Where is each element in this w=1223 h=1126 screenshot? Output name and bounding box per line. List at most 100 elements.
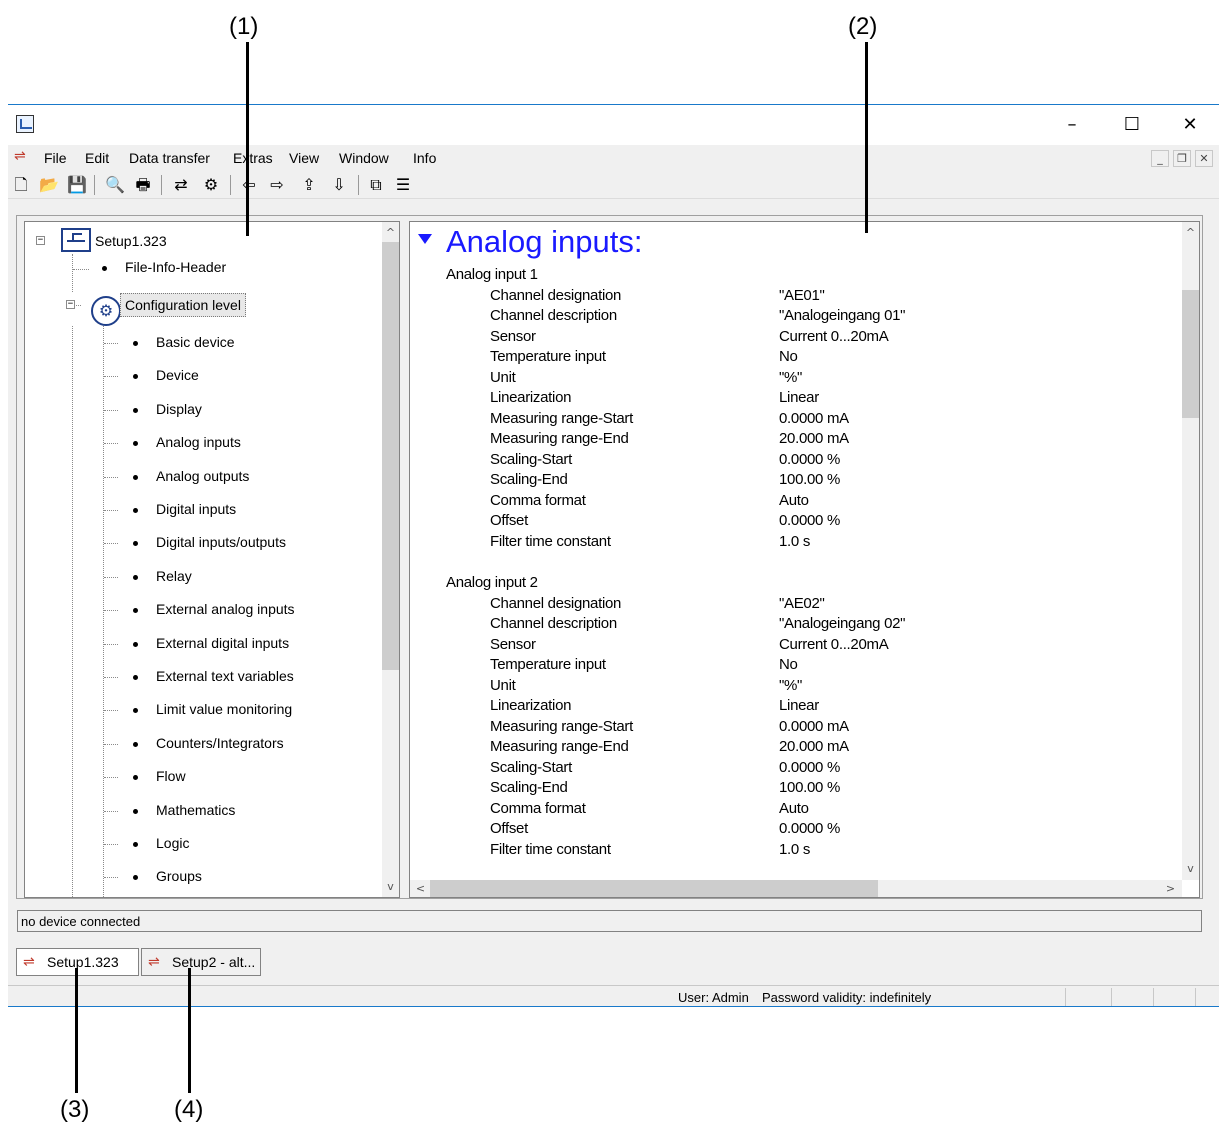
tree-item-basic-device[interactable]: Basic device — [156, 334, 235, 350]
detail-scroll-thumb[interactable] — [1182, 290, 1199, 418]
tree-item-external-text-variables[interactable]: External text variables — [156, 668, 294, 684]
scroll-left-icon[interactable]: < — [412, 882, 429, 895]
tree-item-configuration-level[interactable]: Configuration level — [120, 293, 246, 317]
tree-scroll-thumb[interactable] — [382, 242, 399, 670]
mdi-close-button[interactable]: ✕ — [1195, 150, 1213, 167]
menu-edit[interactable]: Edit — [85, 150, 109, 166]
tree-item-digital-inputs[interactable]: Digital inputs — [156, 501, 236, 517]
tree-expander[interactable]: − — [36, 236, 45, 245]
download-icon[interactable]: ⇩ — [328, 174, 350, 196]
window-tile-icon[interactable]: ☰ — [392, 174, 414, 196]
tree-item-analog-outputs[interactable]: Analog outputs — [156, 468, 249, 484]
tree-bullet — [133, 708, 138, 713]
arrow-right-icon[interactable]: ⇨ — [266, 174, 288, 196]
scroll-up-icon[interactable]: ^ — [1182, 226, 1199, 239]
mdi-restore-button[interactable]: ❐ — [1173, 150, 1191, 167]
device-icon[interactable]: ⚙ — [200, 174, 222, 196]
tree-line — [104, 744, 118, 745]
tree-item-mathematics[interactable]: Mathematics — [156, 802, 235, 818]
tree-item-digital-inputs-outputs[interactable]: Digital inputs/outputs — [156, 534, 286, 550]
parameter-label: Unit — [490, 369, 516, 386]
analog-input-group-heading: Analog input 2 — [446, 574, 538, 591]
toolbar-separator — [94, 175, 95, 195]
tree-item-external-digital-inputs[interactable]: External digital inputs — [156, 635, 289, 651]
parameter-value: 0.0000 mA — [779, 718, 849, 735]
callout-4: (4) — [174, 1096, 204, 1123]
mdi-minimize-button[interactable]: _ — [1151, 150, 1169, 167]
parameter-value: 20.000 mA — [779, 738, 849, 755]
parameter-label: Measuring range-End — [490, 430, 629, 447]
setup-tree[interactable]: − Setup1.323 File-Info-Header − ⚙ Config… — [24, 221, 400, 898]
tree-bullet — [133, 441, 138, 446]
menu-extras[interactable]: Extras — [233, 150, 273, 166]
scroll-up-icon[interactable]: ^ — [382, 226, 399, 239]
document-menu-icon[interactable]: ⇌ — [14, 148, 36, 166]
tree-bullet — [133, 374, 138, 379]
tree-item-logic[interactable]: Logic — [156, 835, 189, 851]
parameter-value: "Analogeingang 01" — [779, 307, 906, 324]
menu-view[interactable]: View — [289, 150, 319, 166]
print-icon[interactable]: 🖶 — [132, 174, 154, 196]
tree-item-device[interactable]: Device — [156, 367, 199, 383]
tree-item-display[interactable]: Display — [156, 401, 202, 417]
tree-line — [103, 326, 104, 897]
menu-file[interactable]: File — [44, 150, 67, 166]
callout-4-line — [188, 968, 191, 1093]
title-bar[interactable]: – ☐ ✕ — [8, 105, 1219, 145]
parameter-value: 0.0000 % — [779, 451, 840, 468]
close-button[interactable]: ✕ — [1167, 110, 1213, 140]
menu-info[interactable]: Info — [413, 150, 436, 166]
parameter-label: Linearization — [490, 697, 572, 714]
tree-item-external-analog-inputs[interactable]: External analog inputs — [156, 601, 295, 617]
open-folder-icon[interactable]: 📂 — [38, 174, 60, 196]
tree-item-limit-value-monitoring[interactable]: Limit value monitoring — [156, 701, 292, 717]
document-icon: ⇌ — [148, 954, 160, 970]
detail-vertical-scrollbar[interactable]: ^ v — [1182, 222, 1199, 880]
tree-line — [104, 543, 118, 544]
parameter-value: 0.0000 % — [779, 759, 840, 776]
tree-line — [104, 376, 118, 377]
menu-data-transfer[interactable]: Data transfer — [129, 150, 210, 166]
collapse-triangle-icon[interactable] — [418, 234, 432, 244]
tree-expander[interactable]: − — [66, 300, 75, 309]
tree-item-groups[interactable]: Groups — [156, 868, 202, 884]
minimize-button[interactable]: – — [1049, 110, 1095, 140]
tree-item-analog-inputs[interactable]: Analog inputs — [156, 434, 241, 450]
tree-bullet — [133, 341, 138, 346]
tab-setup2[interactable]: ⇌ Setup2 - alt... — [141, 948, 261, 976]
print-preview-icon[interactable]: 🔍 — [104, 174, 126, 196]
tree-item-flow[interactable]: Flow — [156, 768, 186, 784]
parameter-value: Current 0...20mA — [779, 636, 889, 653]
tree-vertical-scrollbar[interactable]: ^ v — [382, 222, 399, 897]
scroll-down-icon[interactable]: v — [1182, 862, 1199, 875]
scroll-down-icon[interactable]: v — [382, 880, 399, 893]
arrow-left-icon[interactable]: ⇦ — [238, 174, 260, 196]
detail-hscroll-thumb[interactable] — [430, 880, 878, 897]
new-file-icon[interactable]: 🗋 — [10, 174, 32, 196]
window-cascade-icon[interactable]: ⧉ — [365, 174, 387, 196]
tree-item-file-info-header[interactable]: File-Info-Header — [125, 259, 226, 275]
connection-status: no device connected — [17, 910, 1202, 932]
maximize-button[interactable]: ☐ — [1109, 110, 1155, 140]
configuration-detail-view[interactable]: Analog inputs: Analog input 1 Channel des… — [409, 221, 1200, 898]
upload-icon[interactable]: ⇪ — [298, 174, 320, 196]
tree-item-relay[interactable]: Relay — [156, 568, 192, 584]
parameter-label: Channel designation — [490, 287, 622, 304]
tree-bullet — [133, 408, 138, 413]
callout-2-line — [865, 42, 868, 233]
data-transfer-icon[interactable]: ⇄ — [170, 174, 192, 196]
tree-root-setup[interactable]: Setup1.323 — [95, 233, 167, 249]
parameter-value: 1.0 s — [779, 533, 811, 550]
scroll-right-icon[interactable]: > — [1162, 882, 1179, 895]
parameter-label: Offset — [490, 820, 528, 837]
toolbar-separator — [161, 175, 162, 195]
menu-window[interactable]: Window — [339, 150, 389, 166]
parameter-label: Comma format — [490, 800, 586, 817]
parameter-value: Auto — [779, 492, 809, 509]
parameter-label: Sensor — [490, 636, 536, 653]
toolbar-separator — [358, 175, 359, 195]
tree-item-counters-integrators[interactable]: Counters/Integrators — [156, 735, 284, 751]
save-icon[interactable]: 💾 — [66, 174, 88, 196]
detail-horizontal-scrollbar[interactable]: < > — [410, 880, 1182, 897]
tree-line — [104, 777, 118, 778]
